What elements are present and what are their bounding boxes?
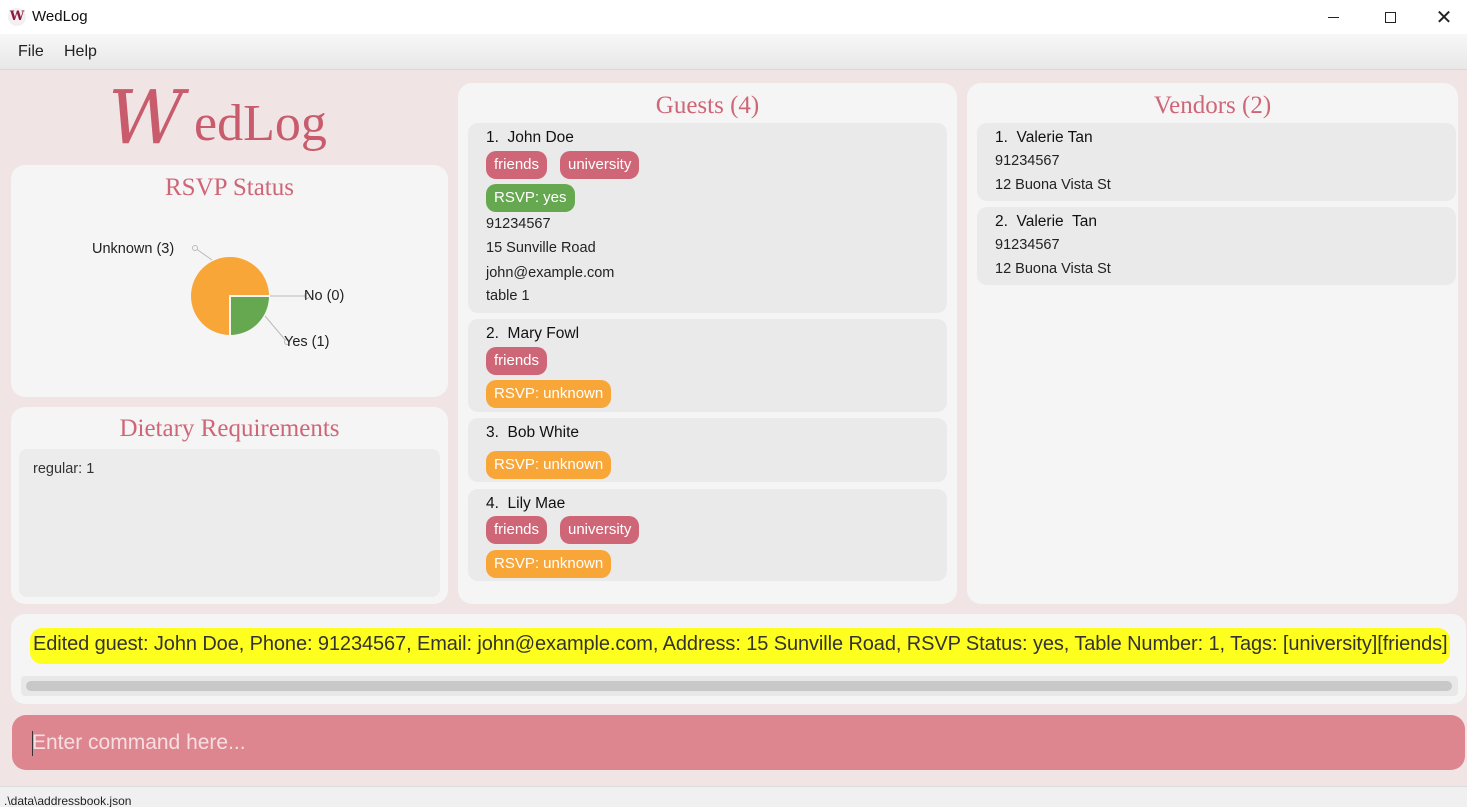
result-message: Edited guest: John Doe, Phone: 91234567,… (33, 633, 1448, 655)
dietary-requirements-title: Dietary Requirements (119, 415, 340, 442)
app-logo-icon: W (8, 8, 26, 26)
guest-table: table 1 (486, 288, 530, 304)
guest-name: 2. Mary Fowl (486, 325, 580, 342)
pie-label-no: No (0) (304, 288, 345, 304)
guest-card-john-doe[interactable]: 1. John Doe friends university RSVP: yes… (468, 123, 947, 313)
pie-slice-yes (229, 295, 272, 338)
tag-friends: friends (486, 151, 548, 179)
guest-card-lily-mae[interactable]: 4. Lily Mae friends university RSVP: unk… (468, 489, 947, 581)
guest-name: 3. Bob White (486, 424, 580, 441)
rsvp-pie-chart (189, 245, 310, 345)
rsvp-status-panel: RSVP Status Unknown (3) No (0) Yes (1) (11, 165, 448, 397)
window-title: WedLog (32, 8, 88, 25)
rsvp-badge: RSVP: unknown (486, 550, 612, 578)
status-bar: .\data\addressbook.json (0, 786, 1467, 807)
maximize-icon[interactable] (1367, 0, 1413, 34)
dietary-list: regular: 1 (19, 449, 440, 597)
guest-card-mary-fowl[interactable]: 2. Mary Fowl friends RSVP: unknown (468, 319, 947, 412)
minimize-icon[interactable] (1310, 0, 1356, 34)
rsvp-badge: RSVP: unknown (486, 451, 612, 479)
dietary-item: regular: 1 (33, 461, 95, 477)
menu-bar: File Help (0, 34, 1467, 70)
title-bar: W WedLog ✕ (0, 0, 1467, 34)
vendors-panel: Vendors (2) 1. Valerie Tan 91234567 12 B… (967, 83, 1458, 604)
tag-friends: friends (486, 516, 548, 544)
vendor-address: 12 Buona Vista St (995, 261, 1111, 277)
guest-name: 4. Lily Mae (486, 495, 566, 512)
menu-file[interactable]: File (18, 43, 44, 61)
rsvp-badge: RSVP: yes (486, 184, 575, 212)
text-caret (32, 731, 33, 756)
pie-leader-dot-unknown (192, 245, 198, 251)
pie-label-yes: Yes (1) (284, 334, 330, 350)
vendor-phone: 91234567 (995, 237, 1060, 253)
pie-label-unknown: Unknown (3) (92, 241, 175, 257)
guest-phone: 91234567 (486, 216, 551, 232)
logo-text: edLog (194, 95, 327, 152)
menu-help[interactable]: Help (64, 43, 97, 61)
dietary-requirements-panel: Dietary Requirements regular: 1 (11, 407, 448, 604)
tag-university: university (560, 516, 640, 544)
scrollbar-thumb[interactable] (26, 681, 1452, 691)
vendor-phone: 91234567 (995, 153, 1060, 169)
command-input[interactable] (12, 715, 1465, 770)
guest-name: 1. John Doe (486, 129, 574, 146)
wedlog-logo: W edLog (108, 80, 358, 156)
vendors-title: Vendors (2) (1153, 92, 1272, 119)
guest-address: 15 Sunville Road (486, 240, 596, 256)
result-display: Edited guest: John Doe, Phone: 91234567,… (11, 614, 1466, 704)
guests-title: Guests (4) (655, 92, 760, 119)
pie-leader-unknown (194, 247, 213, 261)
tag-university: university (560, 151, 640, 179)
vendor-card[interactable]: 1. Valerie Tan 91234567 12 Buona Vista S… (977, 123, 1456, 201)
vendor-card[interactable]: 2. Valerie Tan 91234567 12 Buona Vista S… (977, 207, 1456, 285)
tag-friends: friends (486, 347, 548, 375)
rsvp-badge: RSVP: unknown (486, 380, 612, 408)
guests-panel: Guests (4) 1. John Doe friends universit… (458, 83, 957, 604)
close-icon[interactable]: ✕ (1421, 0, 1467, 34)
logo-letter-w: W (108, 75, 185, 161)
vendor-name: 2. Valerie Tan (995, 213, 1097, 230)
vendor-name: 1. Valerie Tan (995, 129, 1093, 146)
vendor-address: 12 Buona Vista St (995, 177, 1111, 193)
guest-email: john@example.com (486, 265, 615, 281)
result-horizontal-scrollbar[interactable] (21, 676, 1458, 696)
guest-card-bob-white[interactable]: 3. Bob White RSVP: unknown (468, 418, 947, 482)
save-file-path: .\data\addressbook.json (4, 794, 132, 807)
